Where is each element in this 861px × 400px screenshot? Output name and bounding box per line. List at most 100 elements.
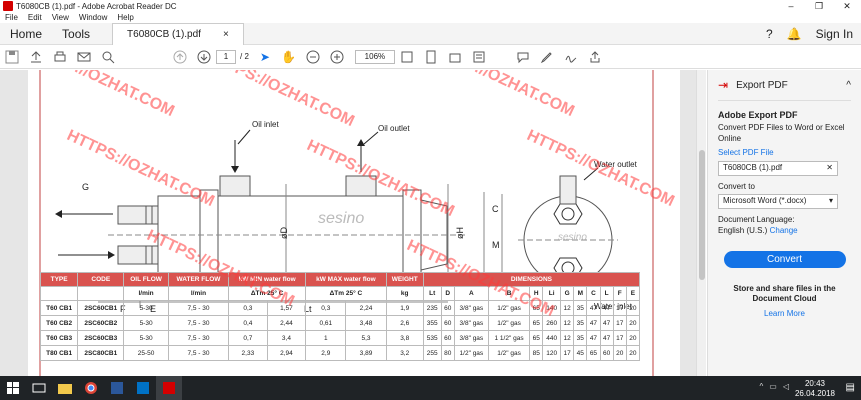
- explorer-icon[interactable]: [52, 376, 78, 400]
- table-cell: 3,8: [385, 330, 424, 346]
- menu-file[interactable]: File: [5, 13, 18, 22]
- tab-tools[interactable]: Tools: [52, 23, 100, 45]
- oil-inlet-label: Oil inlet: [252, 120, 279, 129]
- table-cell: 535: [422, 330, 442, 346]
- volume-icon[interactable]: ◁: [783, 382, 789, 391]
- save-icon[interactable]: [2, 47, 22, 67]
- taskbar: ^ ▭ ◁ 20:43 26.04.2018 ▤: [0, 376, 861, 400]
- page-total: / 2: [240, 52, 249, 61]
- acrobat-taskbar-icon[interactable]: [156, 376, 182, 400]
- menu-help[interactable]: Help: [117, 13, 133, 22]
- table-row: T80 CB1 2SC80CB1 25-50 7,5 - 30 2,33 2,94 2,9 3…: [39, 345, 641, 361]
- col-kw-min: kW MIN water flow: [228, 272, 307, 287]
- format-select[interactable]: Microsoft Word (*.docx) ▾: [718, 194, 838, 210]
- table-cell: 17: [612, 300, 627, 316]
- sub-lt: Lt: [422, 286, 442, 301]
- tab-bar: Home Tools T6080CB (1).pdf × ? 🔔 Sign In: [0, 22, 861, 45]
- sub-c: C: [586, 286, 601, 301]
- export-pdf-icon: ⇥: [718, 78, 729, 92]
- table-cell: 0,61: [305, 315, 347, 331]
- dim-c: C: [492, 204, 499, 214]
- col-type: TYPE: [39, 272, 79, 287]
- menu-view[interactable]: View: [52, 13, 69, 22]
- maximize-button[interactable]: ❐: [805, 0, 833, 12]
- table-cell: 1,57: [266, 300, 307, 316]
- chevron-up-icon[interactable]: ^: [760, 382, 764, 391]
- help-icon[interactable]: ?: [766, 27, 773, 41]
- outlook-icon[interactable]: [130, 376, 156, 400]
- system-tray[interactable]: ^ ▭ ◁: [760, 382, 789, 391]
- sub-li: Li: [542, 286, 562, 301]
- print-icon[interactable]: [50, 47, 70, 67]
- select-cursor-icon[interactable]: ➤: [255, 47, 275, 67]
- sub-kg: kg: [385, 286, 424, 301]
- bell-icon[interactable]: 🔔: [787, 27, 802, 41]
- sub-m: M: [573, 286, 588, 301]
- table-cell: 47: [586, 300, 601, 316]
- close-button[interactable]: ✕: [833, 0, 861, 12]
- close-tab-icon[interactable]: ×: [223, 29, 229, 40]
- change-language-link[interactable]: Change: [770, 226, 798, 235]
- zoom-in-icon[interactable]: [327, 47, 347, 67]
- table-cell: 2,94: [266, 345, 307, 361]
- table-cell: 5,3: [345, 330, 387, 346]
- remove-file-icon[interactable]: ✕: [826, 163, 833, 174]
- select-pdf-label[interactable]: Select PDF File: [718, 148, 851, 159]
- table-cell: 7,5 - 30: [167, 315, 230, 331]
- table-cell: 2SC60CB3: [77, 330, 125, 346]
- acrobat-icon: [3, 1, 13, 11]
- sign-icon[interactable]: [561, 47, 581, 67]
- page-number-input[interactable]: 1: [216, 49, 236, 64]
- notification-icon[interactable]: ▤: [846, 382, 855, 393]
- convert-button[interactable]: Convert: [723, 250, 846, 268]
- word-icon[interactable]: [104, 376, 130, 400]
- zoom-out-icon[interactable]: [303, 47, 323, 67]
- minimize-button[interactable]: –: [777, 0, 805, 12]
- zoom-select[interactable]: 106%: [354, 49, 395, 64]
- fit-page-icon[interactable]: [397, 47, 417, 67]
- search-icon[interactable]: [98, 47, 118, 67]
- signin-button[interactable]: Sign In: [816, 27, 853, 41]
- store-share-text: Store and share files in the Document Cl…: [733, 283, 836, 304]
- page-up-icon[interactable]: [170, 47, 190, 67]
- tab-home[interactable]: Home: [0, 23, 52, 45]
- task-view-icon[interactable]: [26, 376, 52, 400]
- menu-window[interactable]: Window: [79, 13, 107, 22]
- table-cell: 0,3: [305, 300, 347, 316]
- export-pdf-panel: ⇥ Export PDF ^ Adobe Export PDF Convert …: [707, 70, 861, 376]
- scroll-thumb[interactable]: [699, 150, 705, 280]
- vertical-scrollbar[interactable]: [696, 70, 706, 376]
- scroll-mode-icon[interactable]: [421, 47, 441, 67]
- table-cell: 65: [586, 345, 601, 361]
- network-icon[interactable]: ▭: [769, 382, 777, 391]
- menu-edit[interactable]: Edit: [28, 13, 42, 22]
- learn-more-link[interactable]: Learn More: [718, 309, 851, 320]
- chrome-icon[interactable]: [78, 376, 104, 400]
- table-cell: 5-30: [123, 300, 169, 316]
- share-icon[interactable]: [585, 47, 605, 67]
- table-cell: 3,48: [345, 315, 387, 331]
- table-cell: 440: [542, 330, 562, 346]
- comment-icon[interactable]: [513, 47, 533, 67]
- collapse-icon[interactable]: ^: [846, 80, 851, 91]
- table-cell: 5-30: [123, 330, 169, 346]
- pen-icon[interactable]: [537, 47, 557, 67]
- upload-icon[interactable]: [26, 47, 46, 67]
- windows-start-icon[interactable]: [0, 376, 26, 400]
- table-cell: 85: [529, 345, 544, 361]
- selected-file-field[interactable]: T6080CB (1).pdf ✕: [718, 160, 838, 176]
- table-header: TYPE CODE OIL FLOW WATER FLOW kW MIN wat…: [39, 272, 641, 287]
- clock[interactable]: 20:43 26.04.2018: [795, 379, 835, 398]
- tab-document[interactable]: T6080CB (1).pdf ×: [112, 22, 244, 45]
- table-cell: T80 CB1: [39, 345, 79, 361]
- email-icon[interactable]: [74, 47, 94, 67]
- document-tab-label: T6080CB (1).pdf: [127, 28, 201, 40]
- read-mode-icon[interactable]: [469, 47, 489, 67]
- table-subheader: l/min l/min ΔTm 25° C ΔTm 25° C kg Lt D …: [39, 286, 641, 301]
- hand-tool-icon[interactable]: ✋: [279, 47, 299, 67]
- document-viewer[interactable]: Oil inlet Oil outlet Water outlet Water …: [0, 70, 696, 376]
- table-cell: 3/8" gas: [453, 330, 489, 346]
- page-down-icon[interactable]: [194, 47, 214, 67]
- rotate-icon[interactable]: [445, 47, 465, 67]
- convert-to-label: Convert to: [718, 181, 755, 191]
